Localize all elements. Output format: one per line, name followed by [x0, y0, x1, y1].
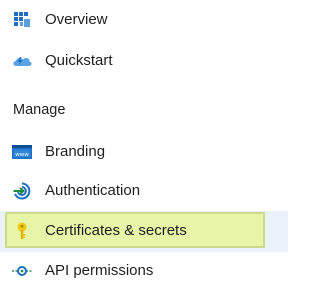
nav-item-branding[interactable]: www Branding — [0, 132, 288, 172]
nav-item-certificates-secrets[interactable]: Certificates & secrets — [0, 211, 288, 252]
nav-item-api-permissions[interactable]: API permissions — [0, 251, 288, 289]
overview-grid-icon — [11, 10, 33, 30]
app-registration-nav: Overview Quickstart Manage www Branding — [0, 0, 288, 289]
www-browser-icon: www — [11, 142, 33, 162]
api-permissions-icon — [11, 261, 33, 281]
auth-arrow-icon — [11, 181, 33, 201]
nav-item-overview[interactable]: Overview — [0, 0, 288, 40]
nav-item-quickstart[interactable]: Quickstart — [0, 41, 288, 81]
cloud-lightning-icon — [11, 51, 33, 71]
nav-item-label: Branding — [45, 143, 106, 160]
svg-text:www: www — [15, 152, 29, 158]
nav-item-authentication[interactable]: Authentication — [0, 171, 288, 211]
nav-item-label: Overview — [45, 11, 108, 28]
nav-item-label: Quickstart — [45, 52, 113, 69]
nav-item-label: API permissions — [45, 262, 154, 279]
nav-item-label: Authentication — [45, 182, 141, 199]
nav-item-label: Certificates & secrets — [45, 222, 187, 239]
key-icon — [11, 221, 33, 241]
section-header-manage: Manage — [13, 102, 66, 118]
